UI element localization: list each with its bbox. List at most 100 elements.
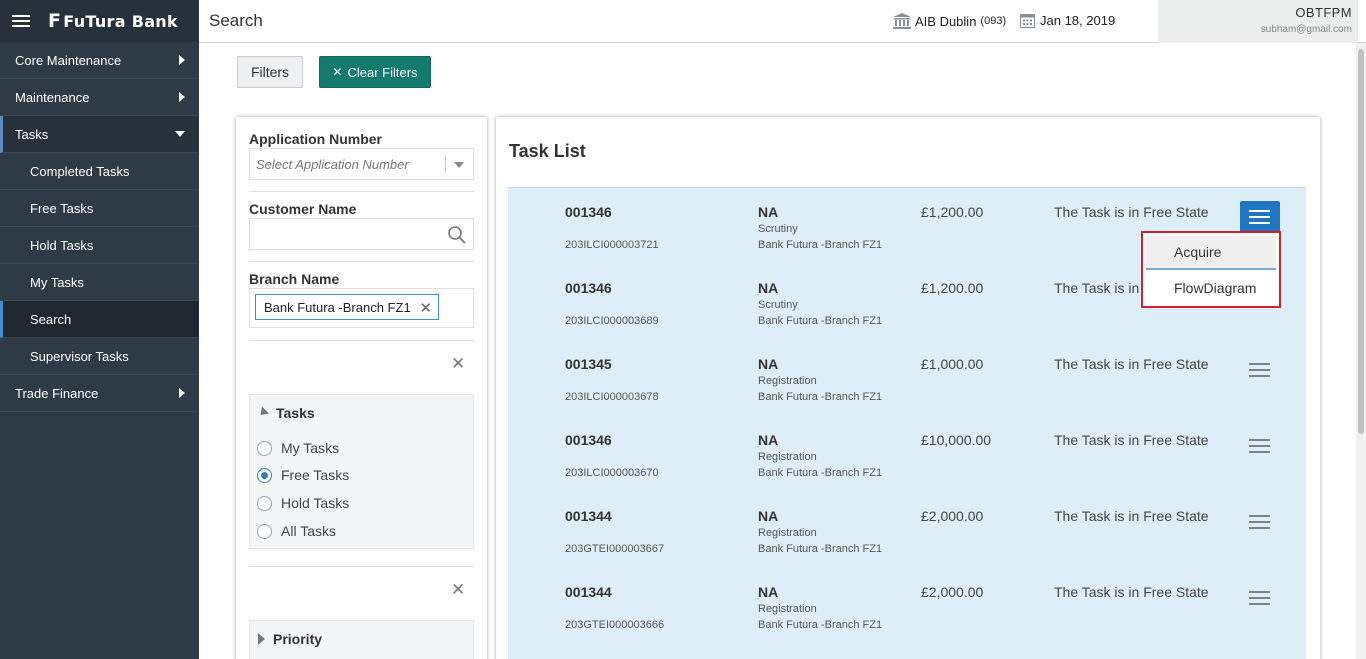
divider: [249, 340, 474, 341]
branch-name: AIB Dublin: [915, 13, 977, 29]
calendar-icon: [1020, 14, 1035, 28]
radio-button-selected[interactable]: [257, 467, 272, 483]
clear-filters-button[interactable]: ✕ Clear Filters: [319, 56, 431, 88]
sidebar-item-trade-finance[interactable]: Trade Finance: [0, 375, 199, 412]
sidebar-subitem-my-tasks[interactable]: My Tasks: [0, 264, 199, 301]
radio-button[interactable]: [257, 523, 272, 539]
menu-item-flow-diagram[interactable]: FlowDiagram: [1146, 271, 1276, 305]
row-menu-icon[interactable]: [1249, 591, 1270, 605]
branch-selector[interactable]: AIB Dublin (093): [893, 13, 1006, 29]
task-na: NA: [758, 356, 779, 372]
task-status: The Task is in Free State: [1054, 584, 1209, 600]
menu-item-acquire[interactable]: Acquire: [1146, 236, 1276, 270]
customer-name-input[interactable]: [249, 218, 474, 250]
radio-button[interactable]: [257, 495, 272, 511]
row-menu-icon[interactable]: [1249, 363, 1270, 377]
customer-name-label: Customer Name: [249, 201, 357, 217]
branch-chip-label: Bank Futura -Branch FZ1: [264, 299, 411, 315]
current-date: Jan 18, 2019: [1040, 13, 1116, 28]
task-number: 001344: [565, 584, 612, 600]
radio-my-tasks[interactable]: My Tasks: [257, 440, 339, 456]
task-na: NA: [758, 508, 779, 524]
radio-free-tasks[interactable]: Free Tasks: [257, 467, 349, 483]
priority-section-header[interactable]: Priority: [258, 631, 322, 647]
row-menu-button-active[interactable]: [1240, 201, 1280, 233]
task-branch: Bank Futura -Branch FZ1: [758, 239, 883, 251]
close-icon[interactable]: ✕: [451, 354, 465, 374]
sidebar-subitem-search[interactable]: Search: [0, 301, 199, 338]
page-scrollbar[interactable]: [1356, 43, 1366, 659]
task-status: The Task is in Free State: [1054, 204, 1209, 220]
divider: [249, 261, 474, 262]
filter-panel: Application Number Select Application Nu…: [236, 117, 487, 659]
sidebar-item-tasks[interactable]: Tasks: [0, 116, 199, 153]
sidebar-item-label: Tasks: [15, 126, 49, 142]
task-amount: £2,000.00: [921, 584, 984, 600]
hamburger-menu-icon[interactable]: [12, 15, 30, 27]
row-menu-icon[interactable]: [1249, 439, 1270, 453]
chevron-down-icon[interactable]: [454, 162, 464, 168]
sidebar-subitem-free-tasks[interactable]: Free Tasks: [0, 190, 199, 227]
user-profile[interactable]: OBTFPM subham@gmail.com: [1158, 0, 1358, 43]
task-number: 001346: [565, 432, 612, 448]
remove-chip-icon[interactable]: ✕: [419, 299, 432, 317]
row-menu-icon[interactable]: [1249, 515, 1270, 529]
task-row[interactable]: 001344 203GTEI000003667 NA Registration …: [508, 492, 1306, 568]
collapse-triangle-icon: [256, 405, 270, 419]
brand-name: FuTura Bank: [63, 11, 178, 31]
task-row[interactable]: 001346 203ILCI000003670 NA Registration …: [508, 416, 1306, 492]
task-reference: 203ILCI000003678: [565, 391, 659, 403]
task-status: The Task is in Free State: [1054, 508, 1209, 524]
radio-hold-tasks[interactable]: Hold Tasks: [257, 495, 349, 511]
task-na: NA: [758, 584, 779, 600]
task-stage: Scrutiny: [758, 299, 798, 311]
application-number-select[interactable]: Select Application Number: [249, 148, 474, 180]
priority-section-title: Priority: [273, 631, 323, 647]
task-row[interactable]: 001345 203ILCI000003678 NA Registration …: [508, 340, 1306, 416]
brand-logo: F FuTura Bank: [48, 10, 178, 32]
task-number: 001344: [565, 508, 612, 524]
page-title: Search: [209, 11, 263, 30]
radio-button[interactable]: [257, 440, 272, 456]
chevron-right-icon: [179, 92, 185, 102]
task-list-panel: Task List 001346 203ILCI000003721 NA Scr…: [496, 117, 1320, 659]
branch-chip[interactable]: Bank Futura -Branch FZ1 ✕: [255, 294, 439, 320]
task-row[interactable]: 001344 203GTEI000003666 NA Registration …: [508, 568, 1306, 644]
task-number: 001345: [565, 356, 612, 372]
sidebar-item-core-maintenance[interactable]: Core Maintenance: [0, 42, 199, 79]
branch-name-label: Branch Name: [249, 271, 340, 287]
sidebar-item-label: Core Maintenance: [15, 52, 122, 68]
task-action-menu: Acquire FlowDiagram: [1141, 231, 1281, 308]
task-na: NA: [758, 280, 779, 296]
task-number: 001346: [565, 204, 612, 220]
sidebar-subitem-completed-tasks[interactable]: Completed Tasks: [0, 153, 199, 190]
task-stage: Registration: [758, 527, 817, 539]
branch-name-input[interactable]: Bank Futura -Branch FZ1 ✕: [249, 288, 474, 328]
radio-label: Hold Tasks: [281, 495, 350, 511]
scrollbar-thumb[interactable]: [1358, 49, 1364, 434]
sidebar-subitem-supervisor-tasks[interactable]: Supervisor Tasks: [0, 338, 199, 375]
tasks-section-header[interactable]: Tasks: [256, 405, 315, 421]
user-name: OBTFPM: [1295, 5, 1352, 20]
filters-button[interactable]: Filters: [237, 56, 303, 88]
task-status: The Task is in Free State: [1054, 432, 1209, 448]
task-reference: 203ILCI000003721: [565, 239, 659, 251]
task-reference: 203ILCI000003689: [565, 315, 659, 327]
close-icon[interactable]: ✕: [451, 580, 465, 600]
sidebar-item-label: Trade Finance: [15, 385, 99, 401]
radio-label: Free Tasks: [281, 467, 350, 483]
task-amount: £1,000.00: [921, 356, 984, 372]
bank-icon: [893, 13, 911, 29]
clear-filters-label: Clear Filters: [347, 64, 418, 80]
radio-all-tasks[interactable]: All Tasks: [257, 523, 336, 539]
radio-label: My Tasks: [281, 440, 340, 456]
task-amount: £1,200.00: [921, 280, 984, 296]
task-branch: Bank Futura -Branch FZ1: [758, 391, 883, 403]
task-list-title: Task List: [509, 141, 586, 161]
application-number-placeholder: Select Application Number: [256, 157, 409, 172]
search-icon[interactable]: [447, 225, 467, 245]
sidebar-item-maintenance[interactable]: Maintenance: [0, 79, 199, 116]
tasks-filter-section: Tasks My Tasks Free Tasks Hold Tasks All…: [249, 394, 474, 549]
task-na: NA: [758, 204, 779, 220]
sidebar-subitem-hold-tasks[interactable]: Hold Tasks: [0, 227, 199, 264]
